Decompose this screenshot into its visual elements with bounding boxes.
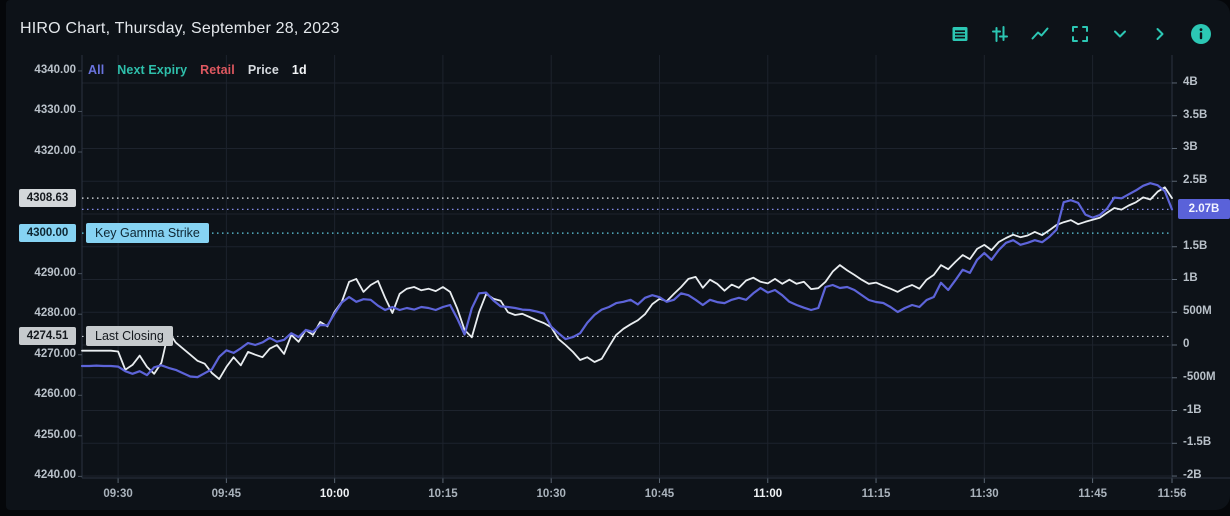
price-tick-label: 4280.00: [14, 307, 76, 319]
chart-panel: HIRO Chart, Thursday, September 28, 2023: [6, 0, 1230, 510]
time-tick-label: 10:00: [307, 488, 363, 500]
hiro-tick-label: -500M: [1183, 371, 1216, 383]
time-tick-label: 11:56: [1144, 488, 1200, 500]
key-gamma-strike-tag: Key Gamma Strike: [86, 223, 209, 243]
hiro-tick-label: 1B: [1183, 272, 1198, 284]
hiro-tick-label: 3.5B: [1183, 109, 1207, 121]
hiro-tick-label: 2.5B: [1183, 174, 1207, 186]
price-tick-label: 4260.00: [14, 388, 76, 400]
time-tick-label: 11:15: [848, 488, 904, 500]
time-tick-label: 10:45: [631, 488, 687, 500]
price-tick-label: 4250.00: [14, 429, 76, 441]
hiro-tick-label: 0: [1183, 338, 1189, 350]
time-tick-label: 09:30: [90, 488, 146, 500]
hiro-tick-label: 500M: [1183, 305, 1212, 317]
hiro-tick-label: 4B: [1183, 76, 1198, 88]
price-tick-label: 4290.00: [14, 267, 76, 279]
time-tick-label: 11:45: [1065, 488, 1121, 500]
hiro-tick-label: 1.5B: [1183, 240, 1207, 252]
hiro-current-value-axis-callout: 2.07B: [1178, 199, 1230, 219]
hiro-chart-window: HIRO Chart, Thursday, September 28, 2023: [0, 0, 1230, 516]
hiro-tick-label: -2B: [1183, 469, 1202, 481]
price-tick-label: 4320.00: [14, 145, 76, 157]
time-tick-label: 11:30: [956, 488, 1012, 500]
price-tick-label: 4330.00: [14, 104, 76, 116]
time-tick-label: 10:30: [523, 488, 579, 500]
hiro-tick-label: 3B: [1183, 141, 1198, 153]
chart-plot-area[interactable]: [82, 62, 1172, 478]
price-tick-label: 4240.00: [14, 469, 76, 481]
key-gamma-strike-axis-callout: 4300.00: [19, 224, 76, 242]
hiro-tick-label: -1B: [1183, 404, 1202, 416]
price-tick-label: 4340.00: [14, 64, 76, 76]
time-tick-label: 11:00: [740, 488, 796, 500]
hiro-tick-label: -1.5B: [1183, 436, 1211, 448]
time-tick-label: 09:45: [198, 488, 254, 500]
last-closing-tag: Last Closing: [86, 326, 173, 346]
current-price-axis-callout: 4308.63: [19, 189, 76, 207]
last-closing-axis-callout: 4274.51: [19, 327, 76, 345]
time-tick-label: 10:15: [415, 488, 471, 500]
price-tick-label: 4270.00: [14, 348, 76, 360]
